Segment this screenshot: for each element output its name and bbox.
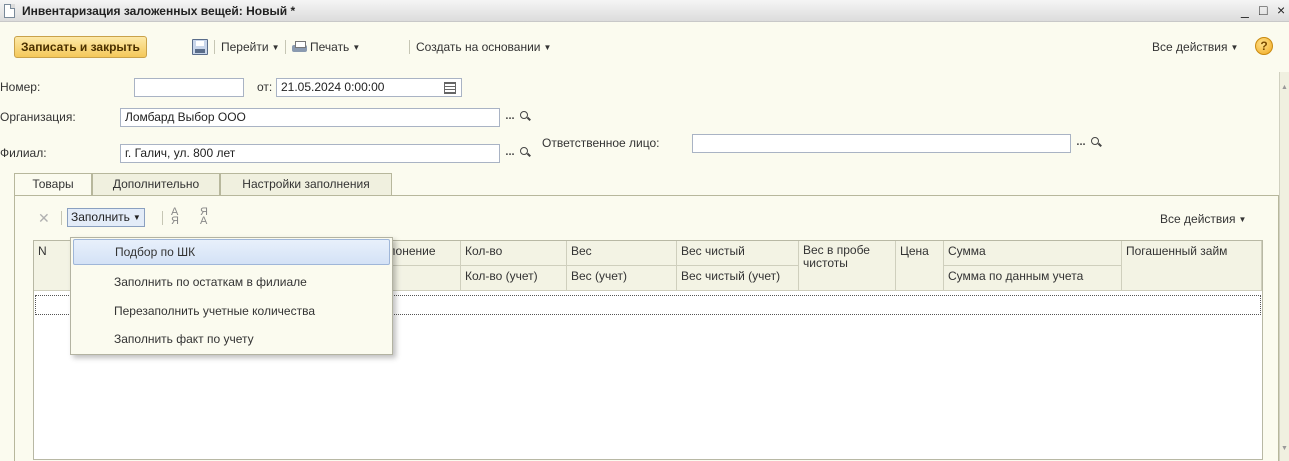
branch-field[interactable]: г. Галич, ул. 800 лет bbox=[120, 144, 500, 163]
date-label: от: bbox=[257, 80, 273, 94]
print-menu[interactable]: Печать ▼ bbox=[292, 40, 360, 54]
fill-menu-button[interactable]: Заполнить ▼ bbox=[67, 208, 145, 227]
tab-goods[interactable]: Товары bbox=[14, 173, 92, 196]
create-based-menu[interactable]: Создать на основании ▼ bbox=[416, 40, 551, 54]
window-titlebar: Инвентаризация заложенных вещей: Новый *… bbox=[0, 0, 1289, 22]
toolbar-separator bbox=[214, 40, 215, 54]
branch-select-button[interactable]: ... bbox=[503, 145, 517, 162]
scroll-up-icon[interactable]: ▲ bbox=[1281, 84, 1288, 91]
branch-label: Филиал: bbox=[0, 146, 47, 160]
column-header-net-weight[interactable]: Вес чистый bbox=[677, 241, 799, 266]
chevron-down-icon: ▼ bbox=[352, 43, 361, 52]
sort-desc-icon[interactable]: Я А bbox=[200, 207, 214, 227]
column-header-qty[interactable]: Кол-во bbox=[461, 241, 567, 266]
close-button[interactable]: × bbox=[1277, 2, 1285, 18]
document-icon bbox=[4, 4, 15, 18]
goto-menu[interactable]: Перейти ▼ bbox=[221, 40, 279, 54]
calendar-icon[interactable] bbox=[444, 82, 456, 94]
printer-icon bbox=[292, 41, 307, 53]
search-icon[interactable] bbox=[519, 110, 531, 122]
print-label: Печать bbox=[310, 40, 350, 54]
toolbar-separator bbox=[285, 40, 286, 54]
tab-additional[interactable]: Дополнительно bbox=[92, 173, 220, 195]
goto-label: Перейти bbox=[221, 40, 269, 54]
all-actions-label: Все действия bbox=[1152, 40, 1228, 54]
save-and-close-button[interactable]: Записать и закрыть bbox=[14, 36, 147, 58]
column-header-weight[interactable]: Вес bbox=[567, 241, 677, 266]
command-toolbar: Записать и закрыть Перейти ▼ Печать ▼ Созд… bbox=[0, 36, 1289, 60]
chevron-down-icon: ▼ bbox=[132, 213, 141, 222]
delete-icon[interactable]: ✕ bbox=[38, 210, 50, 227]
toolbar-separator bbox=[61, 211, 62, 225]
table-all-actions-menu[interactable]: Все действия ▼ bbox=[1160, 212, 1246, 226]
minimize-button[interactable]: _ bbox=[1241, 2, 1249, 18]
column-header-sum-acc[interactable]: Сумма по данным учета bbox=[944, 266, 1122, 291]
responsible-select-button[interactable]: ... bbox=[1074, 135, 1088, 152]
date-field[interactable]: 21.05.2024 0:00:00 bbox=[276, 78, 462, 97]
search-icon[interactable] bbox=[1090, 136, 1102, 148]
column-header-sum[interactable]: Сумма bbox=[944, 241, 1122, 266]
chevron-down-icon: ▼ bbox=[1238, 215, 1247, 224]
menu-item-fill-fact-by-accounting[interactable]: Заполнить факт по учету bbox=[71, 327, 392, 353]
save-icon[interactable] bbox=[192, 39, 208, 55]
column-header-price[interactable]: Цена bbox=[896, 241, 944, 291]
menu-item-refill-accounting-qty[interactable]: Перезаполнить учетные количества bbox=[71, 299, 392, 325]
all-actions-menu[interactable]: Все действия ▼ bbox=[1152, 40, 1238, 54]
chevron-down-icon: ▼ bbox=[271, 43, 280, 52]
sort-asc-icon[interactable]: А Я bbox=[171, 207, 185, 227]
chevron-down-icon: ▼ bbox=[1230, 43, 1239, 52]
fill-dropdown-menu: Подбор по ШК Заполнить по остаткам в фил… bbox=[70, 237, 393, 355]
column-header-net-weight-acc[interactable]: Вес чистый (учет) bbox=[677, 266, 799, 291]
chevron-down-icon: ▼ bbox=[543, 43, 552, 52]
scroll-down-icon[interactable]: ▼ bbox=[1281, 445, 1288, 452]
table-all-actions-label: Все действия bbox=[1160, 212, 1236, 226]
responsible-label: Ответственное лицо: bbox=[542, 136, 660, 150]
column-header-weight-acc[interactable]: Вес (учет) bbox=[567, 266, 677, 291]
column-header-qty-acc[interactable]: Кол-во (учет) bbox=[461, 266, 567, 291]
window-title: Инвентаризация заложенных вещей: Новый * bbox=[22, 4, 296, 18]
help-icon[interactable]: ? bbox=[1255, 37, 1273, 55]
menu-item-fill-by-balances[interactable]: Заполнить по остаткам в филиале bbox=[71, 270, 392, 296]
organization-label: Организация: bbox=[0, 110, 76, 124]
organization-field[interactable]: Ломбард Выбор ООО bbox=[120, 108, 500, 127]
menu-item-barcode-pick[interactable]: Подбор по ШК bbox=[73, 239, 390, 265]
responsible-field[interactable] bbox=[692, 134, 1071, 153]
organization-select-button[interactable]: ... bbox=[503, 109, 517, 126]
fill-label: Заполнить bbox=[71, 210, 130, 224]
toolbar-separator bbox=[162, 211, 163, 225]
create-based-label: Создать на основании bbox=[416, 40, 541, 54]
vertical-scrollbar[interactable] bbox=[1279, 72, 1289, 461]
number-label: Номер: bbox=[0, 80, 41, 94]
search-icon[interactable] bbox=[519, 146, 531, 158]
number-field[interactable] bbox=[134, 78, 244, 97]
tab-fill-settings[interactable]: Настройки заполнения bbox=[220, 173, 392, 195]
column-header-purity-weight[interactable]: Вес в пробе чистоты bbox=[799, 241, 896, 291]
maximize-button[interactable]: □ bbox=[1259, 2, 1267, 18]
column-header-repaid-loan[interactable]: Погашенный займ bbox=[1122, 241, 1262, 291]
toolbar-separator bbox=[409, 40, 410, 54]
